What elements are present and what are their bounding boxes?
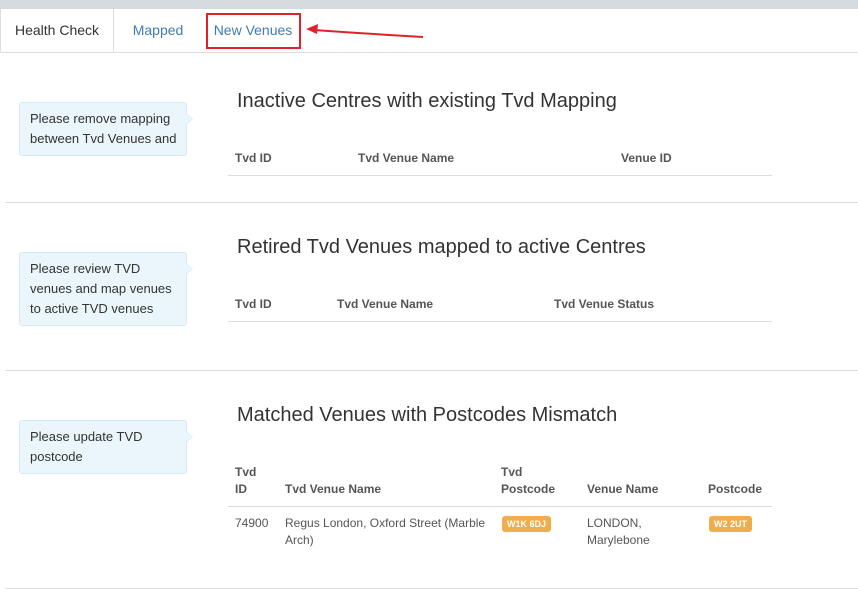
retired-note-text: Please review TVD venues and map venues … [30,261,172,316]
retired-title: Retired Tvd Venues mapped to active Cent… [237,236,646,258]
row-tvd-postcode-badge: W1K 6DJ [502,516,552,532]
mismatch-col-tvd-venue-name: Tvd Venue Name [285,482,382,496]
retired-col-tvd-id: Tvd ID [235,297,272,311]
retired-col-tvd-venue-status: Tvd Venue Status [554,297,655,311]
tab-mapped[interactable]: Mapped [118,9,198,52]
mismatch-title: Matched Venues with Postcodes Mismatch [237,404,618,426]
row-tvd-venue-name: Regus London, Oxford Street (Marble Arch… [285,516,486,547]
row-postcode-badge: W2 2UT [709,516,753,532]
row-tvd-id: 74900 [235,516,269,530]
mismatch-col-tvd-id: Tvd ID [235,465,257,496]
inactive-col-tvd-id: Tvd ID [235,151,272,165]
mismatch-note: Please update TVD postcode [19,420,193,474]
inactive-col-venue-id: Venue ID [621,151,672,165]
mismatch-col-tvd-postcode: Tvd Postcode [501,465,556,496]
inactive-centres-section: Please remove mapping between Tvd Venues… [5,52,858,203]
mismatch-table-divider [228,506,772,507]
top-bar [0,0,858,9]
mismatch-col-venue-name: Venue Name [587,482,659,496]
retired-venues-section: Please review TVD venues and map venues … [5,203,858,371]
row-venue-name: LONDON, Marylebone [587,516,650,547]
retired-table-divider [228,321,772,322]
mismatch-note-text: Please update TVD postcode [30,429,143,464]
inactive-title: Inactive Centres with existing Tvd Mappi… [237,90,617,112]
retired-note: Please review TVD venues and map venues … [19,252,193,326]
inactive-table-divider [228,175,772,176]
retired-col-tvd-venue-name: Tvd Venue Name [337,297,434,311]
inactive-note: Please remove mapping between Tvd Venues… [19,102,193,156]
mismatch-col-postcode: Postcode [708,482,763,496]
postcode-mismatch-section: Please update TVD postcode Matched Venue… [5,371,858,589]
arrow-annotation-icon [306,24,424,38]
inactive-note-text: Please remove mapping between Tvd Venues… [30,111,177,146]
inactive-col-tvd-venue-name: Tvd Venue Name [358,151,455,165]
tab-health-check[interactable]: Health Check [0,9,114,52]
new-venues-highlight [206,13,301,49]
